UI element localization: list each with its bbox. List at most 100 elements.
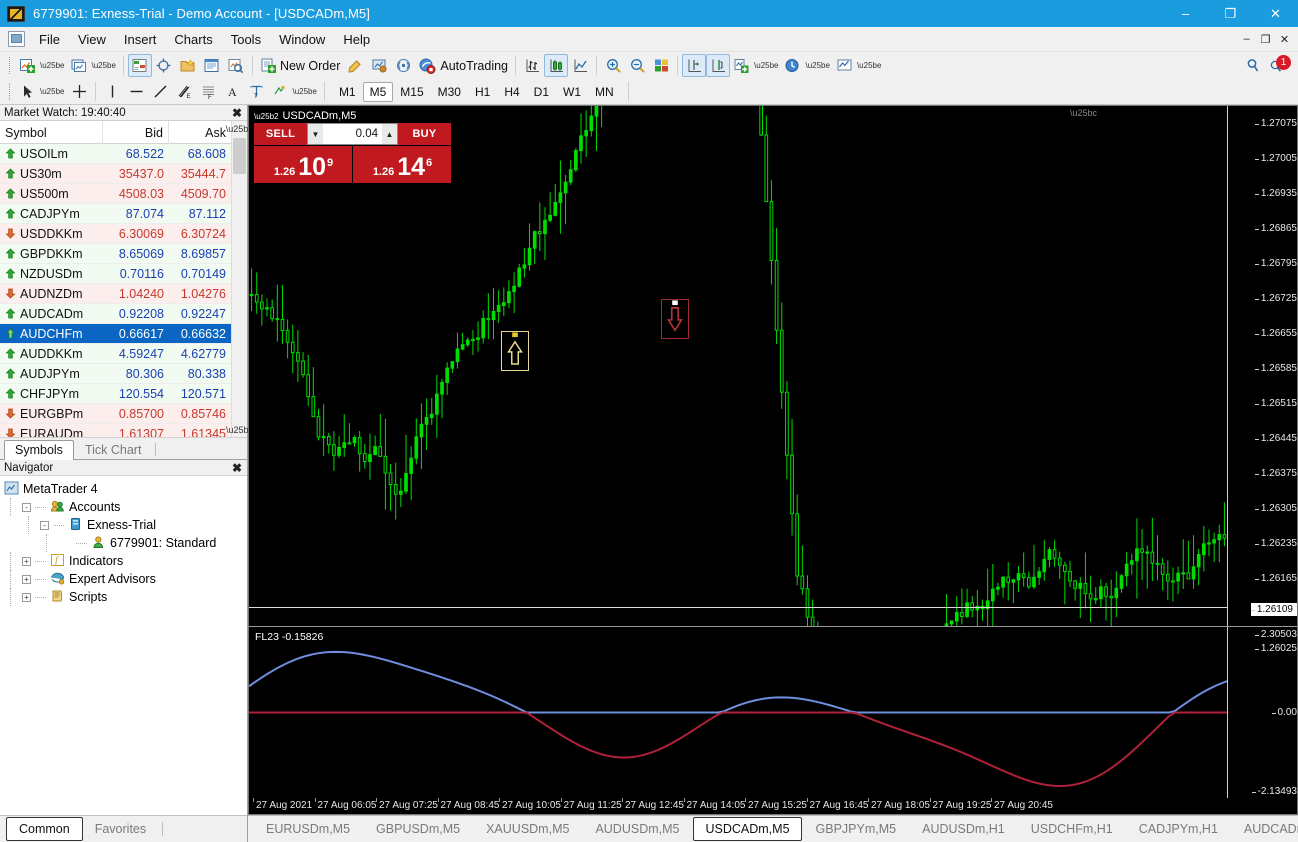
menu-charts[interactable]: Charts	[165, 29, 221, 50]
buy-button-label[interactable]: BUY	[398, 123, 451, 145]
timeframe-m30[interactable]: M30	[431, 82, 468, 102]
market-watch-row-us30m[interactable]: US30m 35437.0 35444.7	[0, 164, 231, 184]
cursor-tool-button[interactable]: \u25be	[16, 80, 67, 103]
new-order-button[interactable]: New Order	[257, 54, 343, 77]
navigator-item-indicators[interactable]: + f Indicators	[4, 552, 247, 570]
volume-value[interactable]: 0.04	[323, 128, 382, 140]
mdi-close-button[interactable]: ✕	[1275, 31, 1294, 48]
horizontal-line-tool-button[interactable]	[124, 80, 148, 103]
market-watch-row-eurgbpm[interactable]: EURGBPm 0.85700 0.85746	[0, 404, 231, 424]
indicators-button[interactable]: \u25be	[730, 54, 781, 77]
arrows-tool-button[interactable]: \u25be	[268, 80, 319, 103]
market-watch-row-us500m[interactable]: US500m 4508.03 4509.70	[0, 184, 231, 204]
tab-common[interactable]: Common	[6, 817, 83, 841]
terminal-button[interactable]	[200, 54, 224, 77]
market-watch-close-icon[interactable]: ✖	[232, 106, 242, 120]
tree-toggle-expand-icon[interactable]: +	[22, 556, 31, 566]
autotrading-button[interactable]: AutoTrading	[415, 54, 511, 77]
profiles-button[interactable]: \u25be	[67, 54, 118, 77]
navigator-item-6779901-standard[interactable]: 6779901: Standard	[4, 534, 247, 552]
new-chart-button[interactable]: \u25be	[16, 54, 67, 77]
maximize-button[interactable]: ❐	[1208, 0, 1253, 27]
tile-windows-button[interactable]	[649, 54, 673, 77]
mdi-minimize-button[interactable]: –	[1237, 31, 1256, 48]
search-icon[interactable]	[1245, 57, 1262, 74]
column-header-bid[interactable]: Bid	[103, 121, 169, 144]
alerts-icon[interactable]: 1	[1268, 54, 1291, 76]
market-watch-scrollbar[interactable]: \u25b2 \u25bc	[226, 121, 253, 437]
market-watch-row-usddkkm[interactable]: USDDKKm 6.30069 6.30724	[0, 224, 231, 244]
chart-shift-button[interactable]	[682, 54, 707, 77]
tree-toggle-collapse-icon[interactable]: -	[22, 502, 31, 512]
tree-toggle-expand-icon[interactable]: +	[22, 574, 31, 584]
navigator-item-scripts[interactable]: + Scripts	[4, 588, 247, 606]
sell-price-button[interactable]: 1.26 10 9	[254, 146, 352, 183]
trendline-tool-button[interactable]	[148, 80, 172, 103]
toolbar-grip[interactable]	[7, 82, 13, 101]
price-axis[interactable]: 1.27075 1.27005 1.26935 1.26865 1.26795 1.267…	[1227, 106, 1297, 654]
navigator-item-exness-trial[interactable]: - Exness-Trial	[4, 516, 247, 534]
market-watch-row-audchfm[interactable]: AUDCHFm 0.66617 0.66632	[0, 324, 231, 344]
menu-window[interactable]: Window	[270, 29, 334, 50]
chart-tab-usdchfm-h1[interactable]: USDCHFm,H1	[1019, 817, 1125, 841]
scrollbar-track[interactable]	[232, 176, 247, 422]
market-watch-row-audnzdm[interactable]: AUDNZDm 1.04240 1.04276	[0, 284, 231, 304]
menu-tools[interactable]: Tools	[222, 29, 270, 50]
vertical-line-tool-button[interactable]	[100, 80, 124, 103]
chart-tab-gbpusdm-m5[interactable]: GBPUSDm,M5	[364, 817, 472, 841]
timeframe-h1[interactable]: H1	[468, 82, 497, 102]
market-watch-button[interactable]	[127, 54, 152, 77]
menu-view[interactable]: View	[69, 29, 115, 50]
navigator-item-metatrader-4[interactable]: MetaTrader 4	[4, 480, 247, 498]
buy-price-button[interactable]: 1.26 14 6	[353, 146, 451, 183]
sell-signal-arrow-down-marker[interactable]	[661, 299, 689, 339]
tree-toggle-collapse-icon[interactable]: -	[40, 520, 49, 530]
column-header-ask[interactable]: Ask	[169, 121, 231, 144]
menu-file[interactable]: File	[30, 29, 69, 50]
scrollbar-thumb[interactable]	[233, 138, 246, 174]
market-watch-row-cadjpym[interactable]: CADJPYm 87.074 87.112	[0, 204, 231, 224]
chart-tab-eurusdm-m5[interactable]: EURUSDm,M5	[254, 817, 362, 841]
tab-favorites[interactable]: Favorites	[83, 818, 158, 840]
column-header-symbol[interactable]: Symbol	[0, 121, 103, 144]
signals-button[interactable]	[391, 54, 415, 77]
market-watch-row-audcadm[interactable]: AUDCADm 0.92208 0.92247	[0, 304, 231, 324]
market-watch-row-gbpdkkm[interactable]: GBPDKKm 8.65069 8.69857	[0, 244, 231, 264]
minimize-button[interactable]: –	[1163, 0, 1208, 27]
timeframe-m1[interactable]: M1	[332, 82, 363, 102]
data-window-button[interactable]	[152, 54, 176, 77]
chart-tab-audcadm-h1[interactable]: AUDCADm,H1	[1232, 817, 1298, 841]
chart-tab-xauusdm-m5[interactable]: XAUUSDm,M5	[474, 817, 581, 841]
mdi-restore-button[interactable]: ❐	[1256, 31, 1275, 48]
navigator-close-icon[interactable]: ✖	[232, 461, 242, 475]
tab-symbols[interactable]: Symbols	[4, 440, 74, 460]
menu-insert[interactable]: Insert	[115, 29, 166, 50]
close-button[interactable]: ✕	[1253, 0, 1298, 27]
market-watch-row-auddkkm[interactable]: AUDDKKm 4.59247 4.62779	[0, 344, 231, 364]
equidistant-channel-tool-button[interactable]: E	[172, 80, 196, 103]
crosshair-tool-button[interactable]	[67, 80, 91, 103]
candlestick-chart-button[interactable]	[544, 54, 569, 77]
indicator-subwindow[interactable]: FL23 -0.15826 2.30503 0.00 -2.13493	[248, 626, 1298, 798]
timeframe-d1[interactable]: D1	[527, 82, 556, 102]
zoom-out-button[interactable]	[625, 54, 649, 77]
line-chart-button[interactable]	[568, 54, 592, 77]
toolbar-grip[interactable]	[7, 56, 13, 75]
subwindow-collapse-icon[interactable]: \u25bc	[1070, 108, 1097, 118]
navigator-item-accounts[interactable]: - Accounts	[4, 498, 247, 516]
menu-help[interactable]: Help	[334, 29, 379, 50]
navigator-button[interactable]	[176, 54, 200, 77]
zoom-in-button[interactable]	[601, 54, 625, 77]
templates-button[interactable]: \u25be	[833, 54, 884, 77]
tree-toggle-expand-icon[interactable]: +	[22, 592, 31, 602]
market-watch-row-chfjpym[interactable]: CHFJPYm 120.554 120.571	[0, 384, 231, 404]
timeframe-m15[interactable]: M15	[393, 82, 430, 102]
market-watch-row-euraudm[interactable]: EURAUDm 1.61307 1.61345	[0, 424, 231, 437]
text-label-tool-button[interactable]: T	[244, 80, 268, 103]
volume-increment-icon[interactable]: ▲	[382, 124, 397, 144]
chart-tab-audusdm-h1[interactable]: AUDUSDm,H1	[910, 817, 1017, 841]
chart-tab-usdcadm-m5[interactable]: USDCADm,M5	[693, 817, 802, 841]
time-axis[interactable]: 27 Aug 2021 27 Aug 06:05 27 Aug 07:25 27 Au…	[248, 798, 1298, 815]
market-watch-row-audjpym[interactable]: AUDJPYm 80.306 80.338	[0, 364, 231, 384]
volume-stepper[interactable]: ▼ 0.04 ▲	[307, 123, 398, 145]
